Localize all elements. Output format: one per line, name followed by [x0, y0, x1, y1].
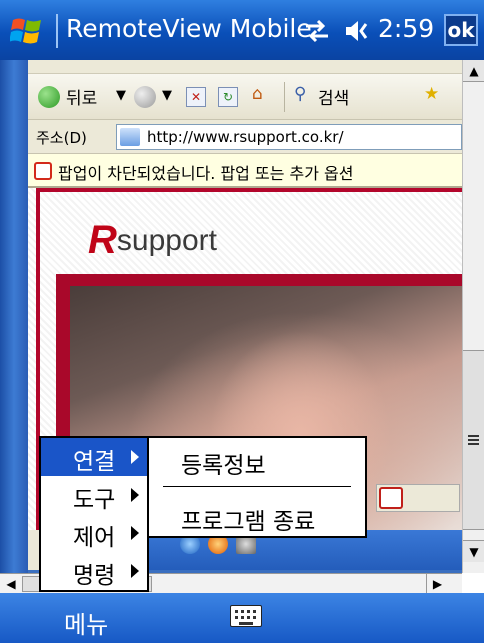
popup-blocked-status-icon[interactable]	[379, 487, 403, 509]
browser-toolbar: 뒤로 ▼ ▼ ✕ ↻ ⌂ ⚲ 검색 ★	[28, 74, 462, 120]
popup-blocked-text: 팝업이 차단되었습니다. 팝업 또는 추가 옵션	[58, 164, 354, 183]
scroll-up-arrow-icon[interactable]: ▲	[463, 60, 484, 82]
menu-item-label: 등록정보	[181, 453, 266, 479]
back-arrow-icon[interactable]	[38, 86, 60, 108]
logo-text: support	[116, 223, 217, 257]
app-title: RemoteView Mobile	[66, 14, 312, 43]
submenu-arrow-icon	[131, 488, 139, 502]
menu-item-label: 명령	[73, 563, 116, 589]
page-icon	[120, 128, 140, 146]
menu-item-tools[interactable]: 도구	[41, 476, 147, 514]
title-bar: RemoteView Mobile 2:59 ok	[0, 0, 484, 60]
submenu-arrow-icon	[131, 450, 139, 464]
connect-submenu: 등록정보 프로그램 종료	[147, 436, 367, 538]
toolbar-separator	[284, 82, 285, 112]
address-bar: 주소(D) http://www.rsupport.co.kr/	[28, 120, 462, 154]
forward-dropdown-icon[interactable]: ▼	[162, 88, 172, 103]
menu-item-label: 제어	[73, 525, 116, 551]
menu-item-control[interactable]: 제어	[41, 514, 147, 552]
popup-blocked-bar[interactable]: 팝업이 차단되었습니다. 팝업 또는 추가 옵션	[28, 154, 462, 188]
menu-item-exit-program[interactable]: 프로그램 종료	[149, 496, 365, 536]
popup-blocked-icon	[34, 162, 52, 180]
scroll-left-arrow-icon[interactable]: ◀	[0, 574, 22, 594]
remote-desktop-edge	[0, 60, 28, 573]
address-input[interactable]: http://www.rsupport.co.kr/	[116, 124, 462, 150]
logo-mark: R	[88, 218, 117, 262]
context-menu: 연결 도구 제어 명령	[39, 436, 149, 592]
scroll-right-arrow-icon[interactable]: ▶	[426, 574, 448, 594]
menu-separator	[163, 486, 351, 487]
connectivity-icon[interactable]	[302, 18, 332, 44]
favorites-star-icon[interactable]: ★	[424, 84, 439, 104]
keyboard-icon[interactable]	[230, 605, 262, 627]
vertical-scrollbar[interactable]: ▲ ▼	[462, 60, 484, 573]
forward-arrow-icon[interactable]	[134, 86, 156, 108]
volume-icon[interactable]	[344, 18, 374, 44]
submenu-arrow-icon	[131, 564, 139, 578]
rsupport-logo[interactable]: Rsupport	[88, 218, 217, 263]
submenu-arrow-icon	[131, 526, 139, 540]
menu-item-label: 프로그램 종료	[181, 509, 316, 535]
menu-softkey[interactable]: 메뉴	[64, 605, 108, 640]
title-separator	[56, 14, 58, 48]
search-button[interactable]: 검색	[318, 84, 349, 109]
scroll-grip-icon	[468, 435, 479, 437]
refresh-icon[interactable]: ↻	[218, 87, 238, 107]
clock[interactable]: 2:59	[378, 14, 434, 43]
menu-item-label: 도구	[73, 487, 116, 513]
address-label: 주소(D)	[36, 129, 87, 147]
scroll-down-arrow-icon[interactable]: ▼	[463, 540, 484, 562]
menu-item-command[interactable]: 명령	[41, 552, 147, 590]
stop-icon[interactable]: ✕	[186, 87, 206, 107]
scroll-thumb[interactable]	[463, 350, 484, 530]
command-bar: 메뉴	[0, 593, 484, 643]
menu-item-connect[interactable]: 연결	[41, 438, 147, 476]
address-url: http://www.rsupport.co.kr/	[147, 128, 344, 146]
back-dropdown-icon[interactable]: ▼	[116, 88, 126, 103]
search-icon[interactable]: ⚲	[294, 84, 306, 104]
back-button[interactable]: 뒤로	[66, 84, 97, 109]
menu-item-properties[interactable]: 등록정보	[149, 440, 365, 480]
windows-start-icon[interactable]	[10, 14, 44, 48]
ok-button[interactable]: ok	[444, 14, 478, 46]
page-control-strip	[376, 484, 460, 512]
browser-menubar	[28, 60, 462, 74]
menu-item-label: 연결	[73, 449, 116, 475]
home-icon[interactable]: ⌂	[252, 84, 263, 104]
